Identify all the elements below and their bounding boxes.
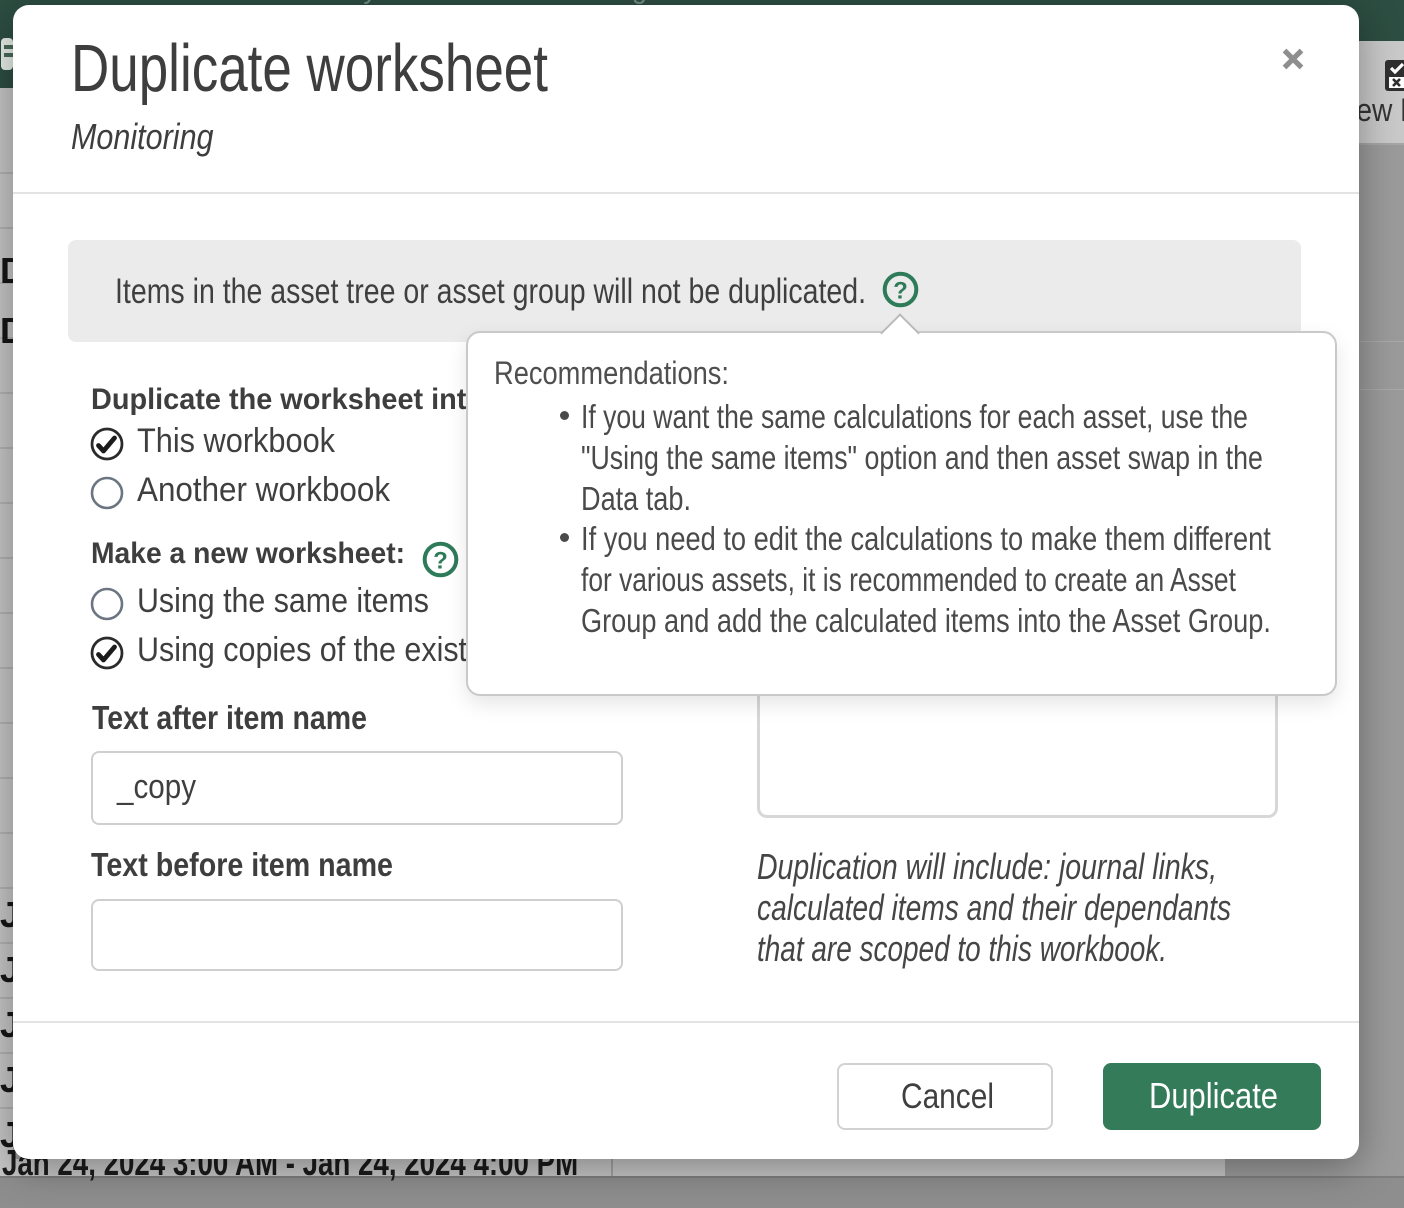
svg-text:?: ? xyxy=(433,548,448,575)
svg-text:?: ? xyxy=(893,278,908,305)
